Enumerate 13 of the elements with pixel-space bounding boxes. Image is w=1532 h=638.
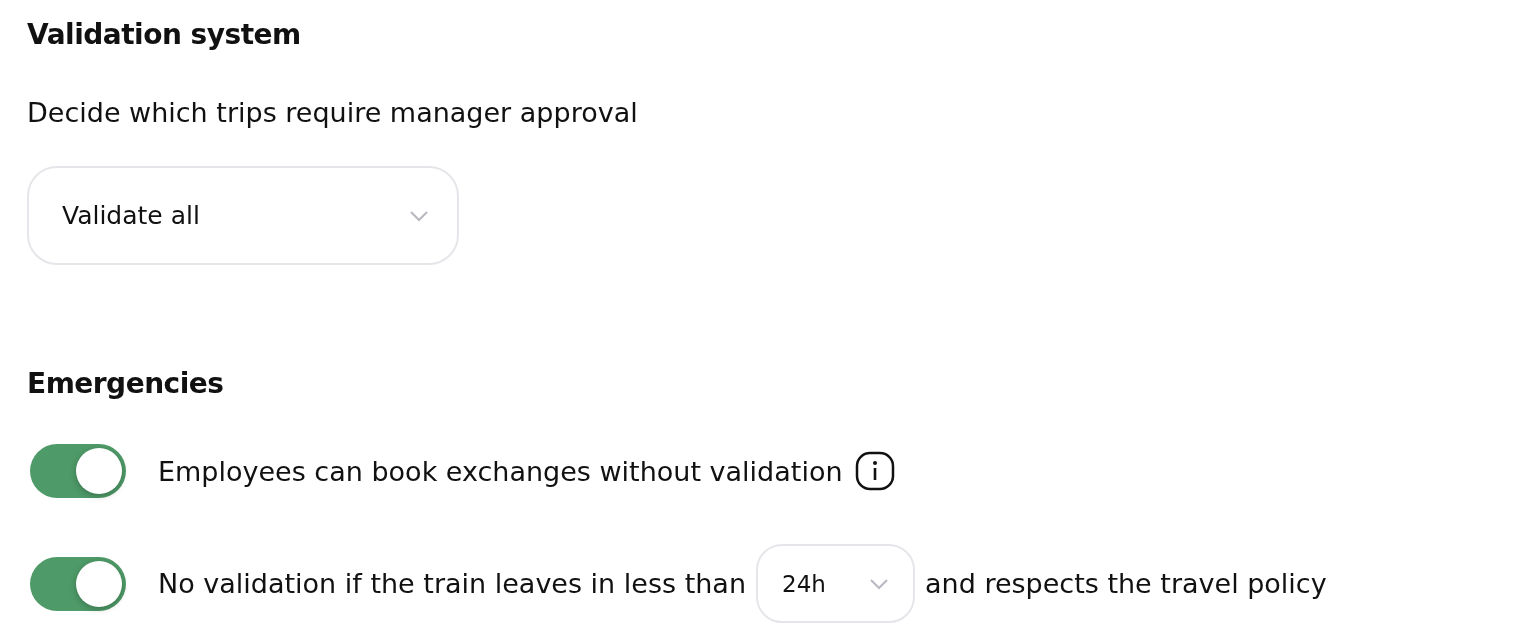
toggle-switch[interactable]	[30, 556, 126, 611]
section-heading: Emergencies	[27, 367, 225, 400]
option-label: No validation if the train leaves in less than	[158, 568, 746, 599]
hours-dropdown[interactable]: 24h	[756, 544, 915, 623]
section-description: Decide which trips require manager approval	[27, 97, 639, 128]
option-label: Employees can book exchanges without validation	[158, 455, 843, 487]
chevron-down-icon	[869, 577, 889, 590]
info-icon[interactable]	[854, 451, 895, 491]
approval-dropdown[interactable]: Validate all	[27, 166, 459, 265]
toggle-switch[interactable]	[30, 444, 126, 498]
chevron-down-icon	[409, 209, 429, 222]
option-label: and respects the travel policy	[925, 568, 1327, 599]
section-heading: Validation system	[27, 18, 302, 51]
